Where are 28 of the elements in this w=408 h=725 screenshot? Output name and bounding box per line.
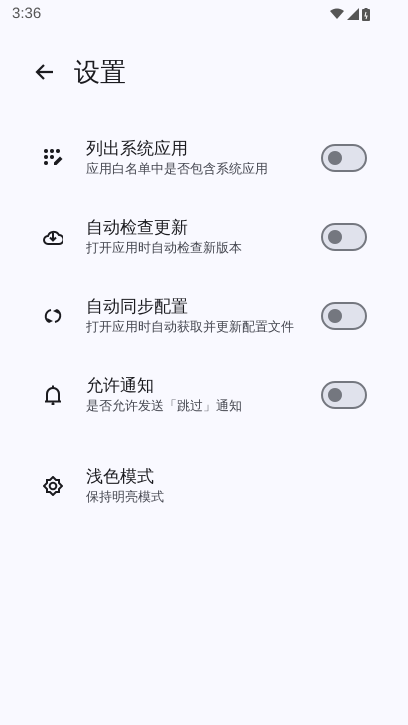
status-time: 3:36 <box>12 4 42 24</box>
wifi-icon <box>330 8 344 20</box>
setting-title: 自动同步配置 <box>86 296 189 318</box>
battery-icon <box>362 8 370 20</box>
setting-description: 应用白名单中是否包含系统应用 <box>86 160 269 178</box>
setting-title: 浅色模式 <box>86 466 155 488</box>
toggle-switch[interactable] <box>321 144 367 172</box>
setting-description: 打开应用时自动获取并更新配置文件 <box>86 318 295 336</box>
bell-icon <box>43 384 63 404</box>
grid-dots-pencil-icon <box>43 148 63 168</box>
setting-title: 列出系统应用 <box>86 138 189 160</box>
settings-row[interactable]: 自动检查更新 打开应用时自动检查新版本 <box>0 197 408 276</box>
setting-description: 打开应用时自动检查新版本 <box>86 238 243 256</box>
setting-title: 自动检查更新 <box>86 216 189 238</box>
settings-row[interactable]: 允许通知 是否允许发送「跳过」通知 <box>0 355 408 434</box>
setting-description: 保持明亮模式 <box>86 488 165 506</box>
toggle-switch[interactable] <box>321 380 367 408</box>
setting-description: 是否允许发送「跳过」通知 <box>86 396 243 414</box>
settings-row[interactable]: 自动同步配置 打开应用时自动获取并更新配置文件 <box>0 276 408 355</box>
setting-title: 允许通知 <box>86 374 155 396</box>
back-arrow-icon <box>34 63 54 81</box>
signal-icon <box>347 8 359 20</box>
toggle-switch[interactable] <box>321 302 367 330</box>
toggle-switch[interactable] <box>321 222 367 250</box>
gear-icon <box>43 476 63 496</box>
settings-row[interactable]: 浅色模式 保持明亮模式 <box>0 446 408 525</box>
settings-row[interactable]: 列出系统应用 应用白名单中是否包含系统应用 <box>0 118 408 197</box>
page-title: 设置 <box>74 56 126 88</box>
